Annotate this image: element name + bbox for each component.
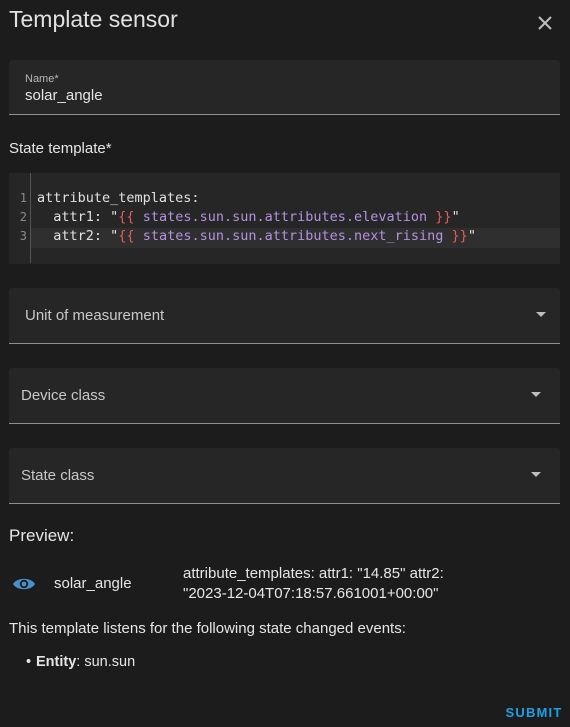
code-line[interactable]: attr1: " {{ states.sun.sun.attributes.ele… [37, 209, 460, 225]
template-brace-open: {{ [118, 228, 135, 244]
template-expression: states.sun.sun.attributes.elevation [134, 209, 436, 225]
dropdown-arrow-icon [531, 472, 541, 477]
unit-of-measurement-select[interactable]: Unit of measurement [9, 288, 560, 344]
code-line[interactable]: attr2: " {{ states.sun.sun.attributes.nex… [37, 228, 476, 244]
preview-entity-name: solar_angle [54, 575, 132, 592]
state-template-label: State template* [9, 140, 112, 157]
listens-description: This template listens for the following … [9, 620, 406, 637]
line-number: 2 [19, 210, 27, 224]
line-number-gutter: 1 2 3 [9, 173, 31, 263]
template-brace-open: {{ [118, 209, 135, 225]
dropdown-arrow-icon [536, 312, 546, 317]
name-field[interactable]: Name* solar_angle [9, 60, 560, 115]
listened-entity-item: • Entity: sun.sun [26, 654, 136, 670]
device-class-label: Device class [21, 387, 106, 404]
dialog-header: Template sensor [0, 0, 570, 44]
device-class-select[interactable]: Device class [9, 368, 560, 424]
template-expression: states.sun.sun.attributes.next_rising [134, 228, 452, 244]
unit-of-measurement-label: Unit of measurement [25, 307, 165, 324]
dialog-title: Template sensor [9, 6, 178, 32]
code-key: attr1: [37, 209, 111, 225]
template-brace-close: }} [451, 228, 468, 244]
line-number: 3 [19, 229, 27, 243]
name-field-value[interactable]: solar_angle [25, 87, 103, 104]
eye-icon [12, 575, 36, 593]
entity-key-label: Entity [36, 654, 77, 670]
code-text: attribute_templates: [37, 190, 200, 206]
state-class-select[interactable]: State class [9, 448, 560, 504]
state-template-editor[interactable]: 1 2 3 attribute_templates: attr1: " {{ st… [9, 173, 560, 264]
entity-value: sun.sun [84, 654, 136, 670]
preview-state-value: attribute_templates: attr1: "14.85" attr… [183, 565, 444, 602]
close-icon[interactable] [531, 9, 559, 37]
state-class-label: State class [21, 467, 95, 484]
template-brace-close: }} [435, 209, 452, 225]
preview-heading: Preview: [9, 526, 75, 545]
code-key: attr2: [37, 228, 111, 244]
dropdown-arrow-icon [531, 392, 541, 397]
name-field-label: Name* [25, 73, 59, 85]
code-quote: " [451, 209, 460, 225]
line-number: 1 [19, 191, 27, 205]
code-quote: " [467, 228, 476, 244]
submit-button[interactable]: SUBMIT [500, 700, 568, 724]
bullet: • [26, 654, 32, 670]
code-line[interactable]: attribute_templates: [37, 190, 200, 206]
